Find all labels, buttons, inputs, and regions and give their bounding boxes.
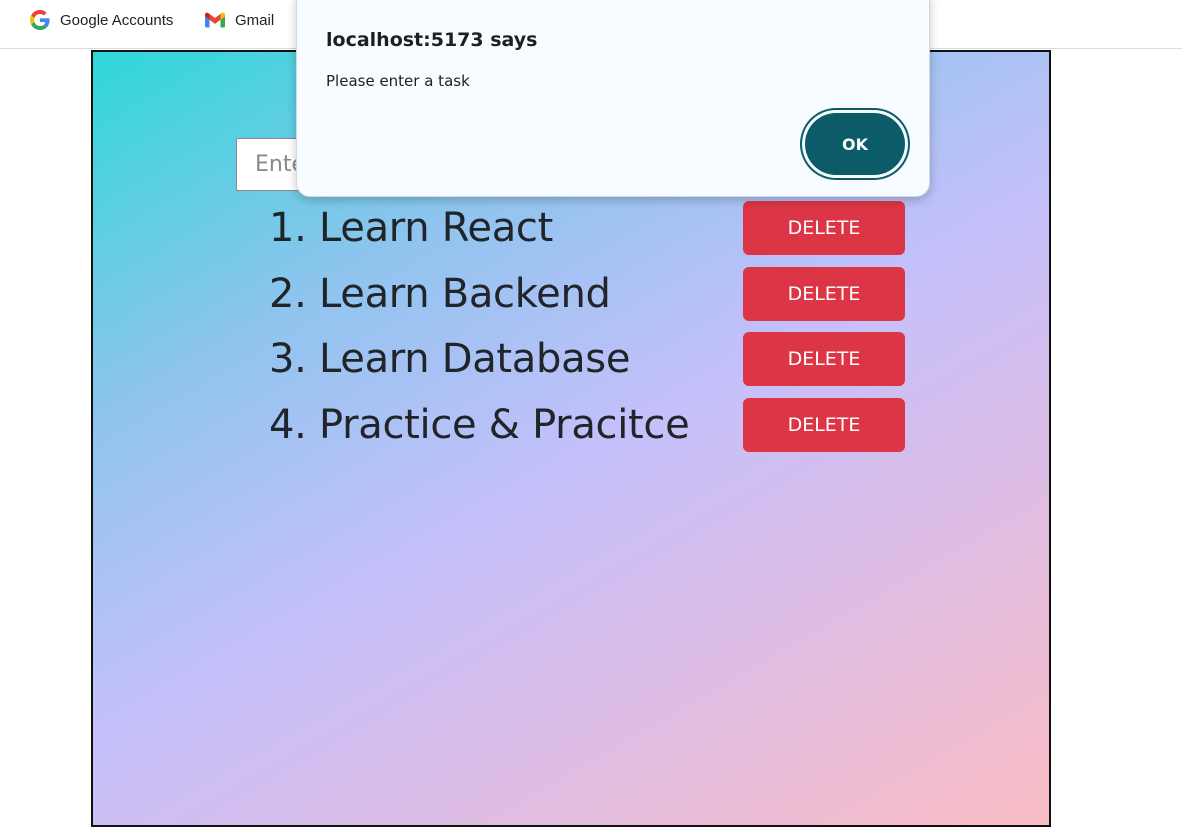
task-text: 3. Learn Database bbox=[269, 336, 631, 382]
task-row: 1. Learn React DELETE bbox=[269, 200, 909, 266]
task-text: 1. Learn React bbox=[269, 205, 553, 251]
alert-message: Please enter a task bbox=[326, 72, 470, 90]
bookmark-google-accounts[interactable]: Google Accounts bbox=[30, 0, 173, 40]
google-g-icon bbox=[30, 10, 50, 30]
task-row: 3. Learn Database DELETE bbox=[269, 331, 909, 397]
alert-dialog: localhost:5173 says Please enter a task … bbox=[296, 0, 930, 197]
alert-title: localhost:5173 says bbox=[326, 29, 538, 51]
gmail-icon bbox=[205, 12, 225, 28]
task-row: 4. Practice & Pracitce DELETE bbox=[269, 397, 909, 463]
task-row: 2. Learn Backend DELETE bbox=[269, 266, 909, 332]
task-list: 1. Learn React DELETE 2. Learn Backend D… bbox=[269, 200, 909, 462]
task-text: 2. Learn Backend bbox=[269, 270, 611, 317]
bookmark-gmail[interactable]: Gmail bbox=[205, 0, 274, 40]
delete-button[interactable]: DELETE bbox=[743, 266, 905, 321]
delete-button[interactable]: DELETE bbox=[743, 332, 905, 386]
ok-button[interactable]: OK bbox=[805, 113, 905, 175]
delete-button[interactable]: DELETE bbox=[743, 397, 905, 452]
task-text: 4. Practice & Pracitce bbox=[269, 401, 690, 448]
delete-button[interactable]: DELETE bbox=[743, 201, 905, 255]
bookmark-label: Gmail bbox=[235, 11, 275, 29]
bookmark-label: Google Accounts bbox=[60, 11, 174, 29]
